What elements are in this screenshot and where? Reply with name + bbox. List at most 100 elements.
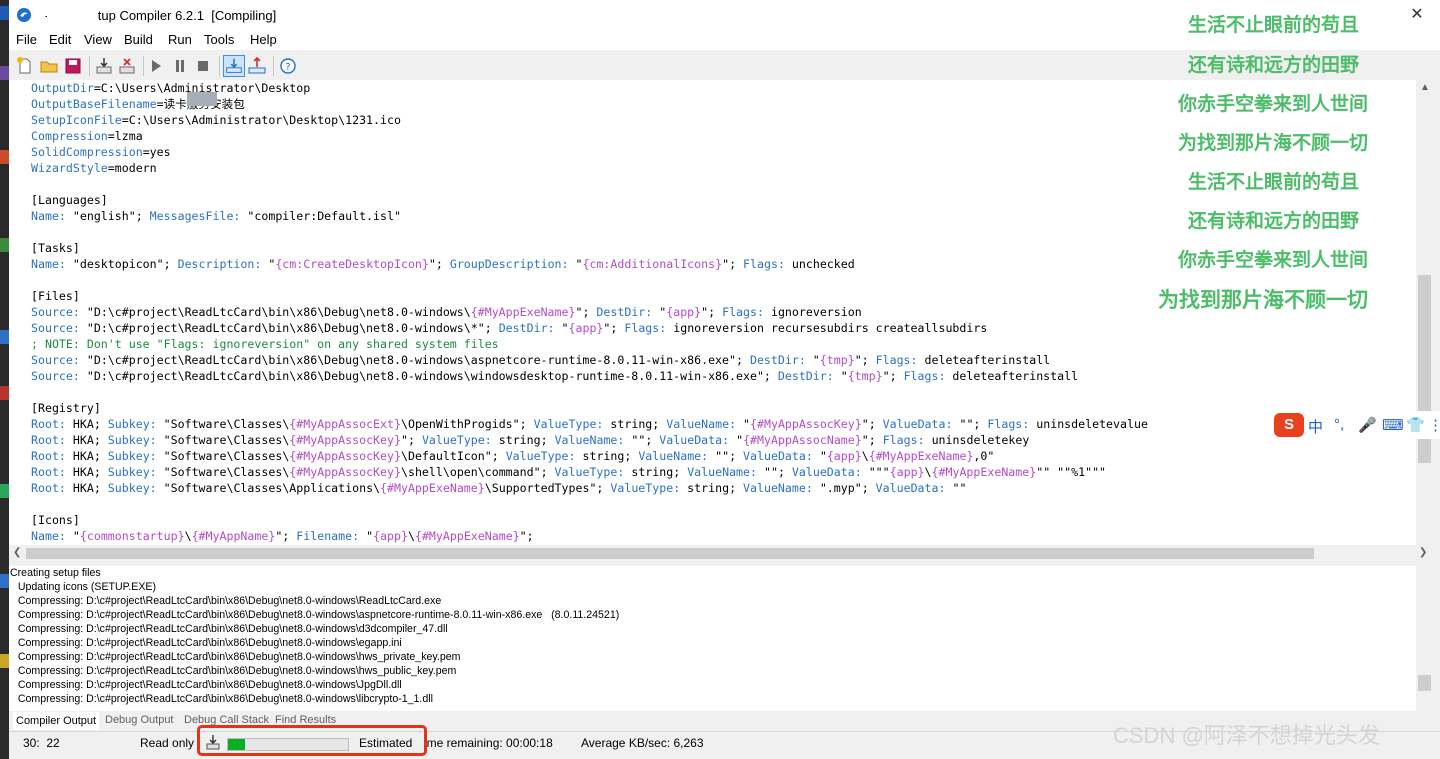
code-token: [Tasks] bbox=[31, 241, 80, 255]
desktop-app-icon[interactable] bbox=[0, 386, 9, 400]
tab-debug-output[interactable]: Debug Output bbox=[105, 714, 174, 726]
pause-icon[interactable] bbox=[169, 55, 191, 77]
microphone-icon[interactable]: 🎤 bbox=[1358, 416, 1377, 434]
code-line[interactable]: Root: HKA; Subkey: "Software\Classes\App… bbox=[31, 480, 966, 496]
code-token: "compiler:Default.isl" bbox=[240, 209, 401, 223]
menu-file[interactable]: File bbox=[16, 32, 37, 47]
code-line[interactable]: Root: HKA; Subkey: "Software\Classes\{#M… bbox=[31, 448, 994, 464]
code-token: ValueType: bbox=[610, 481, 681, 495]
toolbar-separator bbox=[143, 56, 144, 76]
code-token: {#MyAppExeName} bbox=[868, 449, 974, 463]
desktop-app-icon[interactable] bbox=[0, 150, 9, 164]
menu-view[interactable]: View bbox=[84, 32, 112, 47]
desktop-app-icon[interactable] bbox=[0, 574, 9, 588]
code-line[interactable]: Source: "D:\c#project\ReadLtcCard\bin\x8… bbox=[31, 352, 1050, 368]
code-token: uninsdeletevalue bbox=[1029, 417, 1148, 431]
code-line[interactable]: [Tasks] bbox=[31, 240, 80, 256]
code-token: \DefaultIcon"; bbox=[400, 449, 506, 463]
target-uninstall-icon[interactable] bbox=[246, 55, 268, 77]
desktop-app-icon[interactable] bbox=[0, 66, 9, 80]
time-remaining: ime remaining: 00:00:18 bbox=[424, 736, 553, 750]
code-line[interactable]: [Registry] bbox=[31, 400, 101, 416]
code-token: SolidCompression bbox=[31, 145, 143, 159]
menu-build[interactable]: Build bbox=[124, 32, 153, 47]
ime-chinese-mode[interactable]: 中 bbox=[1308, 416, 1323, 437]
code-line[interactable]: Source: "D:\c#project\ReadLtcCard\bin\x8… bbox=[31, 368, 1078, 384]
code-token: "" ""%1""" bbox=[1036, 465, 1107, 479]
code-line[interactable]: Name: "english"; MessagesFile: "compiler… bbox=[31, 208, 401, 224]
code-token: "; bbox=[428, 257, 450, 271]
code-line[interactable]: ; NOTE: Don't use "Flags: ignoreversion"… bbox=[31, 336, 499, 352]
code-line[interactable]: [Languages] bbox=[31, 192, 108, 208]
menu-edit[interactable]: Edit bbox=[49, 32, 71, 47]
code-token: "; bbox=[519, 529, 534, 543]
more-icon[interactable]: ⋮ bbox=[1428, 416, 1440, 434]
new-file-icon[interactable] bbox=[14, 55, 36, 77]
stop-compile-icon[interactable] bbox=[116, 55, 138, 77]
code-token: unchecked bbox=[784, 257, 855, 271]
desktop-app-icon[interactable] bbox=[0, 6, 9, 20]
menu-help[interactable]: Help bbox=[250, 32, 277, 47]
code-token: "; bbox=[854, 353, 876, 367]
code-line[interactable]: Root: HKA; Subkey: "Software\Classes\{#M… bbox=[31, 464, 1106, 480]
code-token: Root: bbox=[31, 449, 66, 463]
editor-horizontal-scroll-thumb[interactable] bbox=[26, 548, 1314, 559]
compiler-output-pane[interactable]: Creating setup files Updating icons (SET… bbox=[9, 566, 1416, 711]
code-token: string; bbox=[624, 465, 688, 479]
desktop-app-icon[interactable] bbox=[0, 654, 9, 668]
ime-toolbar: S 中 °, 🎤 ⌨ 👕 ⋮ bbox=[1272, 411, 1440, 439]
code-line[interactable]: SolidCompression=yes bbox=[31, 144, 171, 160]
target-setup-icon[interactable] bbox=[223, 55, 245, 77]
code-token: string; bbox=[575, 449, 639, 463]
keyboard-icon[interactable]: ⌨ bbox=[1382, 416, 1404, 434]
skin-icon[interactable]: 👕 bbox=[1406, 416, 1425, 434]
code-line[interactable]: [Files] bbox=[31, 288, 80, 304]
code-token: [Files] bbox=[31, 289, 80, 303]
menu-tools[interactable]: Tools bbox=[204, 32, 234, 47]
code-line[interactable]: SetupIconFile=C:\Users\Administrator\Des… bbox=[31, 112, 401, 128]
code-token: OutputBaseFilename bbox=[31, 97, 157, 111]
terminate-icon[interactable] bbox=[192, 55, 214, 77]
output-scroll-thumb[interactable] bbox=[1418, 675, 1431, 691]
code-line[interactable]: Source: "D:\c#project\ReadLtcCard\bin\x8… bbox=[31, 304, 862, 320]
code-line[interactable]: Name: "{commonstartup}\{#MyAppName}"; Fi… bbox=[31, 528, 534, 544]
code-token: = bbox=[156, 97, 164, 111]
overlay-text-line: 为找到那片海不顾一切 bbox=[1158, 289, 1368, 312]
code-line[interactable]: [Icons] bbox=[31, 512, 80, 528]
code-line[interactable]: Source: "D:\c#project\ReadLtcCard\bin\x8… bbox=[31, 320, 987, 336]
code-line[interactable]: Name: "desktopicon"; Description: "{cm:C… bbox=[31, 256, 855, 272]
code-token: =yes bbox=[142, 145, 171, 159]
scroll-right-icon[interactable]: ❯ bbox=[1419, 547, 1427, 558]
code-token: {tmp} bbox=[819, 353, 855, 367]
code-token: " bbox=[812, 449, 827, 463]
code-line[interactable]: Root: HKA; Subkey: "Software\Classes\{#M… bbox=[31, 432, 1029, 448]
code-token: HKA; bbox=[65, 449, 108, 463]
compile-icon[interactable] bbox=[93, 55, 115, 77]
code-token: DestDir: bbox=[596, 305, 653, 319]
ime-punctuation-icon[interactable]: °, bbox=[1334, 416, 1344, 433]
code-token: "" bbox=[945, 481, 967, 495]
desktop-app-icon[interactable] bbox=[0, 238, 9, 252]
code-token: ""; bbox=[624, 433, 660, 447]
desktop-app-icon[interactable] bbox=[0, 484, 9, 498]
code-token: ""; bbox=[708, 449, 744, 463]
save-icon[interactable] bbox=[62, 55, 84, 77]
code-token: \ bbox=[184, 529, 192, 543]
code-token: "; bbox=[603, 321, 625, 335]
scroll-up-icon[interactable]: ▲ bbox=[1420, 82, 1430, 93]
tab-compiler-output[interactable]: Compiler Output bbox=[13, 712, 100, 730]
scroll-left-icon[interactable]: ❮ bbox=[13, 547, 21, 558]
sogou-logo-icon[interactable]: S bbox=[1274, 413, 1304, 437]
code-token: ValueData: bbox=[882, 417, 953, 431]
menu-run[interactable]: Run bbox=[168, 32, 192, 47]
code-line[interactable]: OutputDir=C:\Users\Administrator\Desktop bbox=[31, 80, 310, 96]
code-line[interactable]: Root: HKA; Subkey: "Software\Classes\{#M… bbox=[31, 416, 1148, 432]
run-icon[interactable] bbox=[145, 55, 167, 77]
open-folder-icon[interactable] bbox=[38, 55, 60, 77]
code-token: " bbox=[359, 529, 374, 543]
close-button[interactable]: ✕ bbox=[1394, 0, 1440, 30]
code-line[interactable]: WizardStyle=modern bbox=[31, 160, 157, 176]
desktop-app-icon[interactable] bbox=[0, 330, 9, 344]
help-icon[interactable]: ? bbox=[277, 55, 299, 77]
code-line[interactable]: Compression=lzma bbox=[31, 128, 143, 144]
